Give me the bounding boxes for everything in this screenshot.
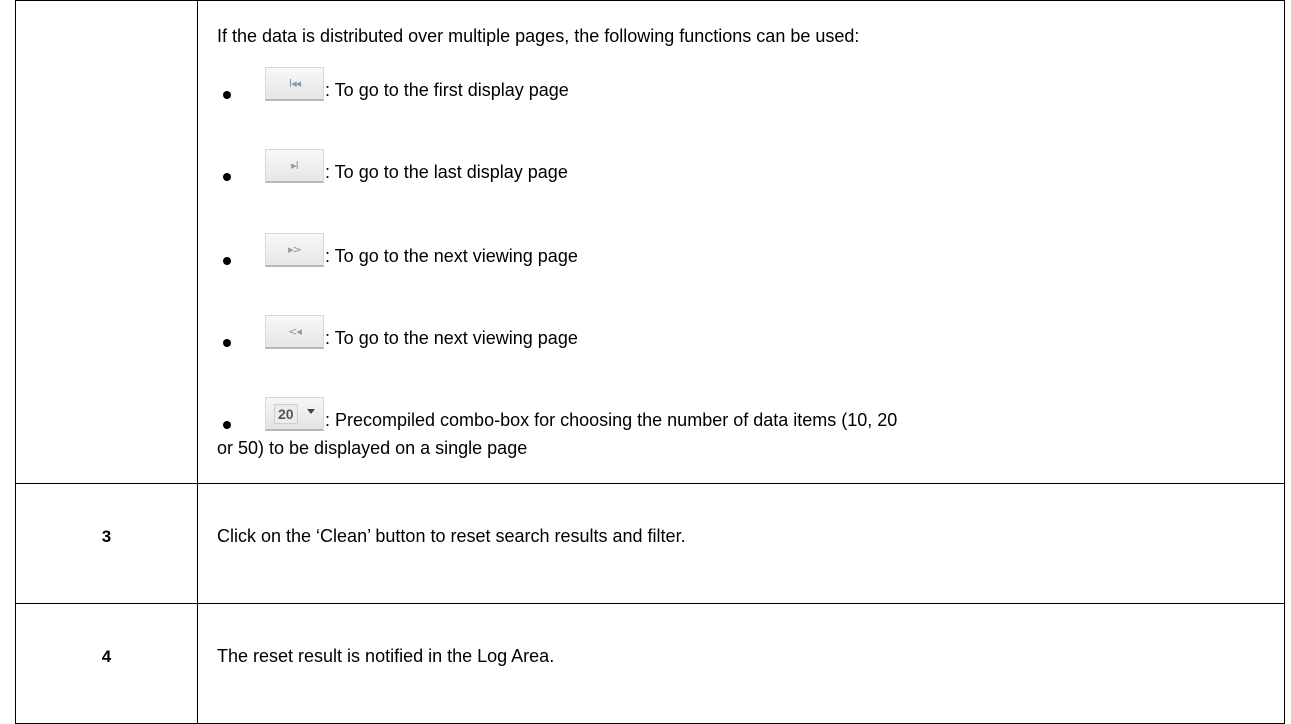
step-text: The reset result is notified in the Log … — [217, 646, 555, 666]
instruction-table: If the data is distributed over multiple… — [15, 0, 1285, 724]
step-text: Click on the ‘Clean’ button to reset sea… — [217, 526, 686, 546]
next-page-icon[interactable]: ▸> — [265, 233, 324, 267]
last-page-description: : To go to the last display page — [325, 162, 568, 182]
column-divider — [197, 484, 198, 603]
column-divider — [197, 1, 198, 483]
table-row-step-4: 4 The reset result is notified in the Lo… — [15, 604, 1285, 724]
next-page-description: : To go to the next viewing page — [325, 246, 578, 266]
bullet-icon — [223, 173, 231, 181]
last-page-icon[interactable]: ▸I — [265, 149, 324, 183]
bullet-icon — [223, 339, 231, 347]
page-size-description: : Precompiled combo-box for choosing the… — [325, 410, 898, 430]
page-size-value: 20 — [274, 404, 298, 424]
column-divider — [197, 604, 198, 723]
page-size-combo-box[interactable]: 20 — [265, 397, 324, 431]
pagination-intro-text: If the data is distributed over multiple… — [217, 26, 860, 46]
table-row-step-3: 3 Click on the ‘Clean’ button to reset s… — [15, 484, 1285, 604]
bullet-icon — [223, 91, 231, 99]
bullet-icon — [223, 257, 231, 265]
step-number: 4 — [101, 647, 112, 666]
bullet-icon — [223, 421, 231, 429]
first-page-icon[interactable]: I◂◂ — [265, 67, 324, 101]
previous-page-description: : To go to the next viewing page — [325, 328, 578, 348]
step-number: 3 — [101, 527, 112, 546]
chevron-down-icon — [307, 409, 315, 414]
table-row-pagination: If the data is distributed over multiple… — [15, 0, 1285, 484]
first-page-description: : To go to the first display page — [325, 80, 569, 100]
previous-page-icon[interactable]: <◂ — [265, 315, 324, 349]
page-size-description-continued: or 50) to be displayed on a single page — [217, 438, 528, 458]
